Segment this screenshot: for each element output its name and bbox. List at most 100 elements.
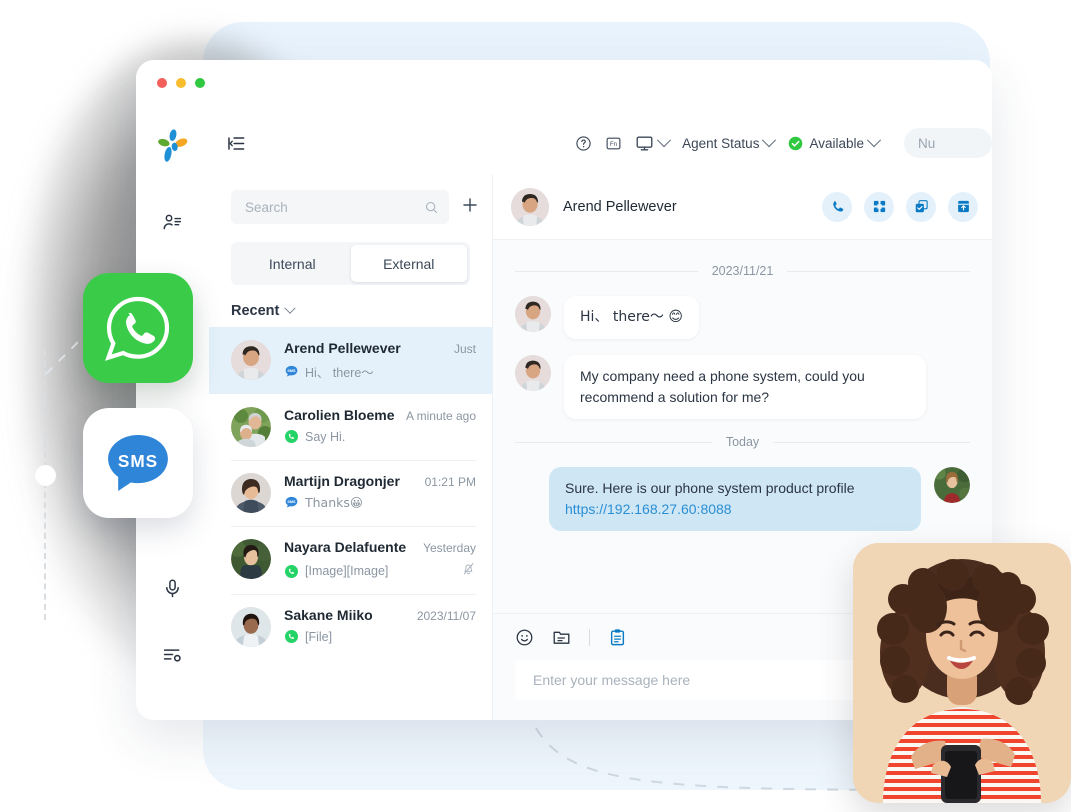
chevron-down-icon [866,133,882,148]
bell-muted-icon [463,563,474,575]
task-button[interactable] [906,191,936,222]
dashed-guide-line [44,350,46,620]
timestamp: 2023/11/07 [416,609,476,623]
fn-key-icon: Fn [606,137,621,149]
archive-upload-icon [957,200,969,213]
clipboard-icon [610,629,625,646]
timestamp: Yesterday [423,541,476,555]
microphone-icon [166,579,179,597]
muted-indicator [461,561,476,581]
message-bubble: Hi、 there～ 😊 [564,296,699,339]
list-item-top: Nayara Delafuente Yesterday [284,539,476,555]
search-input[interactable] [243,198,424,216]
agent-status-label: Agent Status [682,135,760,151]
minimize-window-button[interactable] [176,78,186,88]
avatar [515,296,551,332]
whatsapp-badge[interactable] [83,273,193,383]
collapse-panel-button[interactable] [227,134,246,153]
timestamp: Just [453,342,476,356]
sidebar-item-settings[interactable] [151,632,195,676]
list-item-body: Arend Pellewever Just SMS Hi、 there～ [284,340,476,381]
collapse-panel-icon [228,136,245,150]
list-item[interactable]: Sakane Miiko 2023/11/07 [File] [209,594,492,660]
agent-status-selector[interactable]: Agent Status [682,133,777,151]
window-controls[interactable] [157,78,205,88]
file-icon [553,631,570,644]
message-preview: Hi、 there～ [305,366,374,380]
woman-with-phone-image [853,543,1071,803]
close-window-button[interactable] [157,78,167,88]
list-item[interactable]: Carolien Bloeme A minute ago Say Hi. [209,394,492,460]
list-item-body: Carolien Bloeme A minute ago Say Hi. [284,407,476,444]
contact-name: Arend Pellewever [284,340,401,356]
avatar [231,607,271,647]
avatar [511,187,549,226]
recent-label: Recent [231,303,280,319]
list-item-bottom: Say Hi. [284,429,476,444]
conversation-scope-tabs: Internal External [231,242,470,285]
list-item[interactable]: Martijn Dragonjer 01:21 PM SMS Thanks😀 [209,460,492,526]
call-button[interactable] [822,191,852,222]
chat-header: Arend Pellewever [493,174,992,240]
new-conversation-button[interactable] [461,196,479,219]
svg-text:SMS: SMS [287,500,296,504]
checkbox-stack-icon [915,200,928,213]
whatsapp-channel-icon [285,564,298,578]
message-text: Sure. Here is our phone system product p… [565,480,855,496]
top-toolbar-right: Fn Agent Status Available Nu [575,128,992,158]
number-pill[interactable]: Nu [904,128,992,158]
contact-name: Martijn Dragonjer [284,473,400,489]
list-item-top: Martijn Dragonjer 01:21 PM [284,473,476,489]
date-separator: 2023/11/21 [515,264,970,278]
settings-sliders-icon [163,648,181,662]
svg-text:SMS: SMS [287,369,296,373]
help-button[interactable] [575,135,592,152]
screenshot-stage: Fn Agent Status Available Nu Search Inte… [0,0,1071,812]
avatar [231,539,271,579]
message-link[interactable]: https://192.168.27.60:8088 [565,501,732,517]
list-item-body: Martijn Dragonjer 01:21 PM SMS Thanks😀 [284,473,476,510]
search-box[interactable] [231,190,449,224]
device-selector[interactable] [635,133,672,153]
template-button[interactable] [608,628,627,647]
sidebar-item-voicemail[interactable] [151,566,195,610]
message-row-incoming: Hi、 there～ 😊 [515,296,970,339]
whatsapp-channel-icon [285,630,298,643]
sidebar-item-contacts[interactable] [151,200,195,244]
list-item-body: Nayara Delafuente Yesterday [Image][Imag… [284,539,476,581]
transfer-icon [873,200,885,213]
tab-internal[interactable]: Internal [234,245,351,282]
emoji-button[interactable] [515,628,534,647]
whatsapp-icon [105,296,170,361]
window-titlebar [136,60,992,112]
help-circle-icon [576,135,591,151]
contact-name: Nayara Delafuente [284,539,407,555]
list-item[interactable]: Nayara Delafuente Yesterday [Image][Imag… [209,526,492,594]
recent-filter[interactable]: Recent [209,285,492,327]
conversation-list[interactable]: Arend Pellewever Just SMS Hi、 there～ Car… [209,327,492,720]
chat-contact-name: Arend Pellewever [563,198,677,215]
list-item-bottom: [File] [284,629,476,644]
tab-external[interactable]: External [350,245,467,282]
message-bubble: Sure. Here is our phone system product p… [549,467,921,531]
contact-name: Sakane Miiko [284,607,373,623]
attach-file-button[interactable] [552,628,571,647]
archive-button[interactable] [948,191,978,222]
search-icon [425,201,438,213]
search-row [209,174,492,224]
availability-selector[interactable]: Available [787,133,882,152]
maximize-window-button[interactable] [195,78,205,88]
message-bubble: My company need a phone system, could yo… [564,355,926,419]
message-row-outgoing: Sure. Here is our phone system product p… [515,467,970,531]
fn-button[interactable]: Fn [605,135,622,152]
svg-text:SMS: SMS [118,451,158,471]
sms-channel-icon: SMS [285,496,298,508]
avatar [231,473,271,513]
list-item-top: Carolien Bloeme A minute ago [284,407,476,423]
availability-label: Available [809,135,864,151]
whatsapp-channel-icon [285,430,298,443]
list-item[interactable]: Arend Pellewever Just SMS Hi、 there～ [209,327,492,394]
transfer-button[interactable] [864,191,894,222]
conversation-list-panel: Internal External Recent [209,174,493,720]
sms-badge[interactable]: SMS [83,408,193,518]
